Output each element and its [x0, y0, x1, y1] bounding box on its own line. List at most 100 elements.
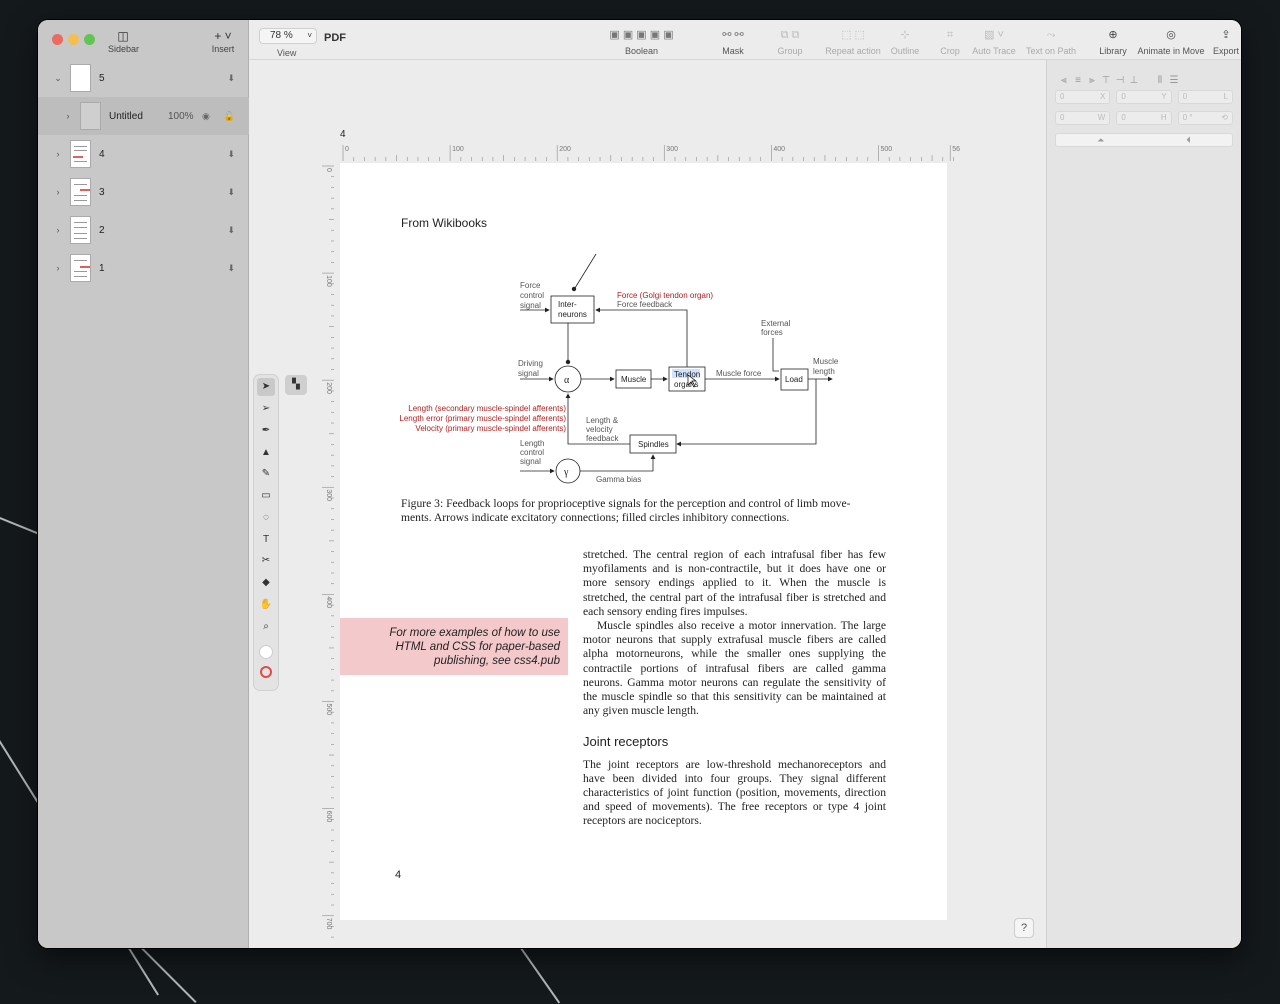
flip-vertical-icon[interactable]: ⏶	[1097, 134, 1104, 146]
align-bottom-icon[interactable]: ⊥	[1127, 75, 1141, 86]
export-mark-icon[interactable]: ⬇	[227, 263, 235, 274]
animate-icon: ◎	[1166, 29, 1176, 41]
animate-button[interactable]: ◎ Animate in Move	[1137, 26, 1205, 56]
radius-field[interactable]: 0ᒪ	[1177, 90, 1233, 104]
zoom-select[interactable]: 78 % ˅	[259, 28, 317, 44]
chevron-down-icon[interactable]: ⌄	[52, 73, 64, 84]
layer-row-page-4[interactable]: › 4 ⬇	[38, 135, 249, 173]
fill-color-swatch[interactable]	[257, 644, 275, 662]
lock-icon[interactable]: 🔓	[224, 111, 235, 122]
close-window-button[interactable]	[52, 34, 63, 45]
layer-row-page-2[interactable]: › 2 ⬇	[38, 211, 249, 249]
help-label: ?	[1020, 922, 1028, 934]
x-field[interactable]: 0X	[1055, 90, 1111, 104]
layer-row-page-1[interactable]: › 1 ⬇	[38, 249, 249, 287]
alpha-symbol: α	[564, 375, 570, 386]
chevron-right-icon[interactable]: ›	[52, 149, 64, 159]
hand-tool-icon[interactable]: ✋	[257, 596, 275, 614]
y-field[interactable]: 0Y	[1116, 90, 1172, 104]
text-tool-icon[interactable]: T	[257, 531, 275, 549]
repeat-action-button[interactable]: ⬚ ⬚ Repeat action	[823, 26, 883, 56]
boolean-icons: ▣ ▣ ▣ ▣ ▣	[609, 29, 674, 41]
muscle-force-label: Muscle force	[716, 369, 762, 378]
boolean-group[interactable]: ▣ ▣ ▣ ▣ ▣ Boolean	[594, 26, 689, 56]
width-field[interactable]: 0W	[1055, 111, 1111, 125]
stroke-color-swatch[interactable]	[257, 664, 275, 682]
document-type: PDF	[324, 32, 346, 44]
toolbar: 78 % ˅ View PDF ▣ ▣ ▣ ▣ ▣ Boolean ⚯ ⚯ Mask …	[249, 20, 1241, 60]
zoom-window-button[interactable]	[84, 34, 95, 45]
pen-tool-icon[interactable]: ✒	[257, 422, 275, 440]
library-button[interactable]: ⊕ Library	[1097, 26, 1129, 56]
align-left-icon[interactable]: ⫷	[1057, 75, 1071, 86]
ruler-label: 0	[325, 168, 332, 172]
zoom-value: 78 %	[270, 30, 293, 41]
ruler-label: 200	[325, 382, 332, 394]
minimize-window-button[interactable]	[68, 34, 79, 45]
align-top-icon[interactable]: ⊤	[1099, 75, 1113, 86]
group-button[interactable]: ⧉ ⧉ Group	[769, 26, 811, 56]
chevron-right-icon[interactable]: ›	[52, 263, 64, 273]
zoom-tool-icon[interactable]: ⌕	[257, 618, 275, 636]
crop-button[interactable]: ⌗ Crop	[936, 26, 964, 56]
align-center-icon[interactable]: ≡	[1071, 75, 1085, 86]
library-label: Library	[1099, 46, 1127, 56]
direct-select-tool-icon[interactable]: ➢	[257, 400, 275, 418]
distribute-v-icon[interactable]: ☰	[1167, 75, 1181, 86]
export-button[interactable]: ⇪ Export	[1211, 26, 1241, 56]
export-mark-icon[interactable]: ⬇	[227, 225, 235, 236]
paragraph: The joint receptors are low-threshold me…	[583, 757, 886, 828]
chevron-right-icon[interactable]: ›	[52, 187, 64, 197]
distribute-h-icon[interactable]: ⦀	[1153, 75, 1167, 86]
h-label: H	[1160, 113, 1167, 122]
layer-row-page-5[interactable]: ⌄ 5 ⬇	[38, 59, 249, 97]
tendon-label: Tendon	[674, 370, 700, 379]
auto-trace-button[interactable]: ▧ ˅ Auto Trace	[971, 26, 1017, 56]
flip-horizontal-icon[interactable]: ⏴	[1186, 134, 1191, 146]
caption-line: Figure 3: Feedback loops for propriocept…	[401, 497, 851, 510]
select-tool-icon[interactable]: ➤	[257, 378, 275, 396]
mask-label: Mask	[722, 46, 744, 56]
rectangle-tool-icon[interactable]: ▭	[257, 487, 275, 505]
insert-button[interactable]: + ˅ Insert	[208, 28, 238, 54]
h-value: 0	[1121, 113, 1126, 122]
layer-name: 4	[99, 148, 105, 160]
muscle-length-label: Muscle	[813, 357, 839, 366]
layer-row-page-3[interactable]: › 3 ⬇	[38, 173, 249, 211]
force-control-label: Force	[520, 281, 541, 290]
align-toolbar[interactable]: ⫷ ≡ ⫸ ⊤ ⊣ ⊥ ⦀ ☰	[1057, 70, 1233, 86]
pdf-page[interactable]: From Wikibooks Inter- neurons Force cont…	[340, 163, 947, 920]
text-on-path-button[interactable]: ⤳ Text on Path	[1025, 26, 1077, 56]
layer-row-untitled[interactable]: › Untitled 100% ◉ 🔓	[38, 97, 249, 135]
mask-button[interactable]: ⚯ ⚯ Mask	[709, 26, 757, 56]
boolean-label: Boolean	[624, 46, 659, 56]
lasso-tool-icon[interactable]: ◌	[257, 509, 275, 527]
pencil-tool-icon[interactable]: ▲	[257, 444, 275, 462]
tool-options-icon[interactable]: ▚	[285, 375, 307, 395]
ruler-label: 100	[325, 275, 332, 287]
help-button[interactable]: ?	[1014, 918, 1034, 938]
flip-buttons[interactable]: ⏶ ⏴	[1055, 133, 1233, 147]
outline-button[interactable]: ⊹ Outline	[889, 26, 921, 56]
eraser-tool-icon[interactable]: ◆	[257, 574, 275, 592]
chevron-right-icon[interactable]: ›	[52, 225, 64, 235]
chevron-right-icon[interactable]: ›	[62, 111, 74, 121]
align-middle-icon[interactable]: ⊣	[1113, 75, 1127, 86]
brush-tool-icon[interactable]: ✎	[257, 465, 275, 483]
scissors-tool-icon[interactable]: ✂	[257, 552, 275, 570]
auto-trace-icon: ▧ ˅	[984, 29, 1004, 41]
eye-icon[interactable]: ◉	[202, 111, 210, 122]
height-field[interactable]: 0H	[1116, 111, 1172, 125]
layer-name: 3	[99, 186, 105, 198]
export-mark-icon[interactable]: ⬇	[227, 187, 235, 198]
sidebar-icon: ◫	[117, 29, 129, 43]
share-icon: ⇪	[1221, 29, 1231, 41]
export-mark-icon[interactable]: ⬇	[227, 73, 235, 84]
golgi-label: Force (Golgi tendon organ)	[617, 291, 713, 300]
x-label: X	[1099, 92, 1106, 101]
export-mark-icon[interactable]: ⬇	[227, 149, 235, 160]
group-label: Group	[777, 46, 803, 56]
rotation-field[interactable]: 0 ° ⟲	[1177, 111, 1233, 125]
sidebar-toggle[interactable]: ◫ Sidebar	[108, 28, 139, 54]
align-right-icon[interactable]: ⫸	[1085, 75, 1099, 86]
